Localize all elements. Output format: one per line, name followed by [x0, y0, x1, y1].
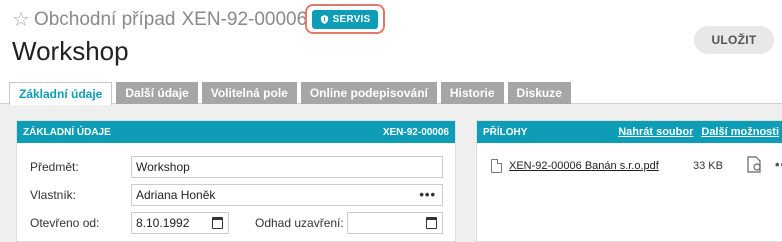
- tab-basic-info[interactable]: Základní údaje: [9, 82, 113, 105]
- attachment-link[interactable]: XEN-92-00006 Banán s.r.o.pdf: [509, 160, 659, 172]
- tab-bar: Základní údaje Další údaje Volitelná pol…: [9, 82, 571, 105]
- status-badge[interactable]: SERVIS: [311, 9, 379, 29]
- close-estimate-field[interactable]: [347, 212, 443, 234]
- attachment-size: 33 KB: [693, 160, 723, 172]
- tab-online-signing[interactable]: Online podepisování: [300, 82, 437, 104]
- breadcrumb: ☆ Obchodní případ XEN-92-00006: [12, 8, 307, 32]
- subject-row: Předmět: Workshop: [17, 156, 457, 178]
- panel-links: Nahrát soubor Další možnosti: [618, 126, 779, 138]
- opened-label: Otevřeno od:: [30, 216, 100, 230]
- tab-history[interactable]: Historie: [440, 82, 504, 104]
- owner-label: Vlastník:: [30, 188, 77, 202]
- badge-label: SERVIS: [332, 13, 371, 25]
- dates-row: Otevřeno od: 8.10.1992 Odhad uzavření:: [17, 212, 457, 234]
- panel-header: PŘÍLOHY Nahrát soubor Další možnosti: [477, 121, 782, 143]
- calendar-icon[interactable]: [426, 217, 437, 229]
- save-button[interactable]: ULOŽIT: [694, 26, 774, 54]
- panel-header: ZÁKLADNÍ ÚDAJE XEN-92-00006: [17, 121, 455, 143]
- opened-value: 8.10.1992: [136, 216, 190, 230]
- panel-title: ZÁKLADNÍ ÚDAJE: [23, 126, 111, 138]
- badge-highlight: SERVIS: [305, 4, 385, 34]
- close-estimate-label: Odhad uzavření:: [255, 216, 344, 230]
- subject-field[interactable]: Workshop: [131, 156, 443, 178]
- record-type: Obchodní případ XEN-92-00006: [34, 9, 307, 31]
- panel-title: PŘÍLOHY: [483, 126, 528, 138]
- owner-value: Adriana Honěk: [136, 188, 216, 202]
- upload-file-link[interactable]: Nahrát soubor: [618, 126, 693, 138]
- tab-discussion[interactable]: Diskuze: [507, 82, 571, 104]
- subject-value: Workshop: [136, 160, 190, 174]
- record-number: XEN-92-00006: [181, 9, 308, 30]
- owner-field[interactable]: Adriana Honěk •••: [131, 184, 443, 206]
- calendar-icon[interactable]: [212, 217, 223, 229]
- attachment-row: XEN-92-00006 Banán s.r.o.pdf 33 KB •••: [491, 156, 782, 175]
- tab-optional-fields[interactable]: Volitelná pole: [201, 82, 297, 104]
- star-icon[interactable]: ☆: [12, 10, 30, 30]
- more-icon[interactable]: •••: [775, 157, 782, 172]
- shield-icon: [320, 14, 328, 24]
- attach-icon[interactable]: [747, 156, 761, 173]
- more-options-link[interactable]: Další možnosti: [701, 126, 779, 138]
- more-icon[interactable]: •••: [419, 188, 436, 201]
- basic-info-panel: ZÁKLADNÍ ÚDAJE XEN-92-00006 Předmět: Wor…: [16, 120, 456, 242]
- file-icon: [491, 159, 502, 173]
- page-title: Workshop: [12, 36, 129, 66]
- attachments-panel: PŘÍLOHY Nahrát soubor Další možnosti XEN…: [476, 120, 782, 242]
- opened-date-field[interactable]: 8.10.1992: [131, 212, 229, 234]
- record-type-label: Obchodní případ: [33, 9, 176, 30]
- subject-label: Předmět:: [30, 160, 79, 174]
- tab-more-info[interactable]: Další údaje: [116, 82, 198, 104]
- owner-row: Vlastník: Adriana Honěk •••: [17, 184, 457, 206]
- panel-record-number: XEN-92-00006: [382, 126, 449, 138]
